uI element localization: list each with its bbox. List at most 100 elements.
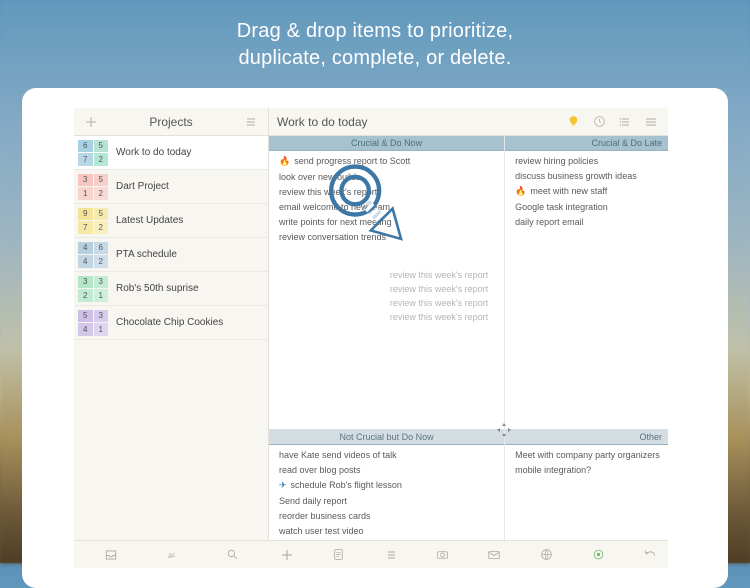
quadrant-other[interactable]: Other Meet with company party organizers… <box>505 429 668 540</box>
drag-ghost-item: review this week's report <box>293 282 498 296</box>
add-project-button[interactable] <box>82 113 100 131</box>
menu-icon[interactable] <box>642 113 660 131</box>
task-text: Google task integration <box>515 202 608 212</box>
task-text: Send daily report <box>279 496 347 506</box>
project-label: Rob's 50th suprise <box>116 283 199 294</box>
app-screen: Projects 6572Work to do today 3512 Dart Pr… <box>74 108 668 568</box>
task-text: schedule Rob's flight lesson <box>291 480 402 490</box>
task-text: mobile integration? <box>515 465 591 475</box>
quadrant-resize-handle[interactable] <box>495 421 513 439</box>
project-matrix-icon: 4642 <box>78 242 108 268</box>
notes-icon[interactable] <box>331 547 347 563</box>
quadrant-crucial-do-later[interactable]: Crucial & Do Late review hiring policies… <box>505 136 668 429</box>
q1-tasks: 🔥 send progress report to Scott look over … <box>269 151 504 246</box>
undo-icon[interactable] <box>642 547 658 563</box>
quadrant-not-crucial-do-now[interactable]: Not Crucial but Do Now have Kate send vi… <box>269 429 505 540</box>
task-text: review hiring policies <box>515 156 598 166</box>
sidebar: Projects 6572Work to do today 3512 Dart Pr… <box>74 108 269 540</box>
drag-ghost-item: review this week's report <box>275 268 498 282</box>
q3-tasks: have Kate send videos of talk read over b… <box>269 445 504 540</box>
q2-tasks: review hiring policies discuss business g… <box>505 151 668 231</box>
tablet-home-button[interactable] <box>676 324 704 352</box>
project-matrix-icon: 9572 <box>78 208 108 234</box>
quadrant-crucial-do-now[interactable]: Crucial & Do Now 🔥 send progress report t… <box>269 136 505 429</box>
clock-icon[interactable] <box>590 113 608 131</box>
task-text: send progress report to Scott <box>294 156 410 166</box>
task-item[interactable]: ✈ schedule Rob's flight lesson <box>279 477 498 493</box>
headline-line-1: Drag & drop items to prioritize, <box>0 18 750 45</box>
task-item[interactable]: 🔥 meet with new staff <box>515 183 662 199</box>
priority-matrix: Crucial & Do Now 🔥 send progress report t… <box>269 136 668 540</box>
mail-icon[interactable] <box>486 547 502 563</box>
list-view-icon[interactable] <box>616 113 634 131</box>
task-text: review this week's report <box>279 187 377 197</box>
project-item[interactable]: 9572Latest Updates <box>74 204 268 238</box>
task-item[interactable]: watch user test video <box>279 523 498 538</box>
task-item[interactable]: Send daily report <box>279 493 498 508</box>
task-text: write points for next meeting <box>279 217 392 227</box>
project-matrix-icon: 3321 <box>78 276 108 302</box>
task-text: watch user test video <box>279 526 364 536</box>
project-item[interactable]: 3512 Dart Project <box>74 170 268 204</box>
task-item[interactable]: 🔥 send progress report to Scott <box>279 153 498 169</box>
sidebar-title: Projects <box>108 115 234 129</box>
record-icon[interactable] <box>590 547 606 563</box>
task-item[interactable]: Google task integration <box>515 199 662 214</box>
task-text: email welcome to new team <box>279 202 390 212</box>
inbox-icon[interactable] <box>103 547 119 563</box>
project-item[interactable]: 6572Work to do today <box>74 136 268 170</box>
task-text: Meet with company party organizers <box>515 450 660 460</box>
camera-icon[interactable] <box>435 547 451 563</box>
plane-icon: ✈ <box>279 480 287 491</box>
task-item[interactable]: have Kate send videos of talk <box>279 447 498 462</box>
project-item[interactable]: 4642PTA schedule <box>74 238 268 272</box>
q4-tasks: Meet with company party organizers mobile… <box>505 445 668 479</box>
task-item[interactable]: look over new builds <box>279 169 498 184</box>
task-text: have Kate send videos of talk <box>279 450 397 460</box>
globe-icon[interactable] <box>538 547 554 563</box>
task-item[interactable]: write points for next meeting <box>279 214 498 229</box>
idea-icon[interactable] <box>564 113 582 131</box>
marketing-headline: Drag & drop items to prioritize, duplica… <box>0 18 750 72</box>
task-item[interactable]: review conversation trends <box>279 229 498 244</box>
project-label: Dart Project <box>116 181 169 192</box>
sidebar-list-icon[interactable] <box>242 113 260 131</box>
drag-ghost-item: review this week's report <box>329 310 498 324</box>
tablet-frame: Projects 6572Work to do today 3512 Dart Pr… <box>22 88 728 588</box>
task-item[interactable]: reorder business cards <box>279 508 498 523</box>
task-text: discuss business growth ideas <box>515 171 637 181</box>
task-text: meet with new staff <box>530 186 607 196</box>
q3-header: Not Crucial but Do Now <box>269 430 504 445</box>
q1-drag-ghosts: review this week's reportreview this wee… <box>269 246 504 332</box>
task-item[interactable]: email welcome to new team <box>279 199 498 214</box>
add-task-icon[interactable] <box>279 547 295 563</box>
task-item[interactable]: discuss business growth ideas <box>515 168 662 183</box>
task-text: reorder business cards <box>279 511 371 521</box>
task-item[interactable]: review hiring policies <box>515 153 662 168</box>
q1-header: Crucial & Do Now <box>269 136 504 151</box>
task-text: daily report email <box>515 217 584 227</box>
project-item[interactable]: 5341 Chocolate Chip Cookies <box>74 306 268 340</box>
task-item[interactable]: mobile integration? <box>515 462 662 477</box>
project-item[interactable]: 3321 Rob's 50th suprise <box>74 272 268 306</box>
task-item[interactable]: daily report email <box>515 214 662 229</box>
fire-icon: 🔥 <box>515 186 526 197</box>
q2-header: Crucial & Do Late <box>505 136 668 151</box>
task-item[interactable]: review this week's report <box>279 184 498 199</box>
task-text: review conversation trends <box>279 232 386 242</box>
fire-icon: 🔥 <box>279 156 290 167</box>
list-icon[interactable] <box>383 547 399 563</box>
project-matrix-icon: 3512 <box>78 174 108 200</box>
q4-header: Other <box>505 430 668 445</box>
task-item[interactable]: Meet with company party organizers <box>515 447 662 462</box>
sidebar-header: Projects <box>74 108 268 136</box>
main-title: Work to do today <box>277 115 556 129</box>
search-icon[interactable] <box>225 547 241 563</box>
task-text: look over new builds <box>279 172 361 182</box>
sort-az-icon[interactable]: az <box>164 547 180 563</box>
project-label: Chocolate Chip Cookies <box>116 317 223 328</box>
task-text: read over blog posts <box>279 465 361 475</box>
project-matrix-icon: 5341 <box>78 310 108 336</box>
project-list: 6572Work to do today 3512 Dart Project 9572… <box>74 136 268 540</box>
task-item[interactable]: read over blog posts <box>279 462 498 477</box>
